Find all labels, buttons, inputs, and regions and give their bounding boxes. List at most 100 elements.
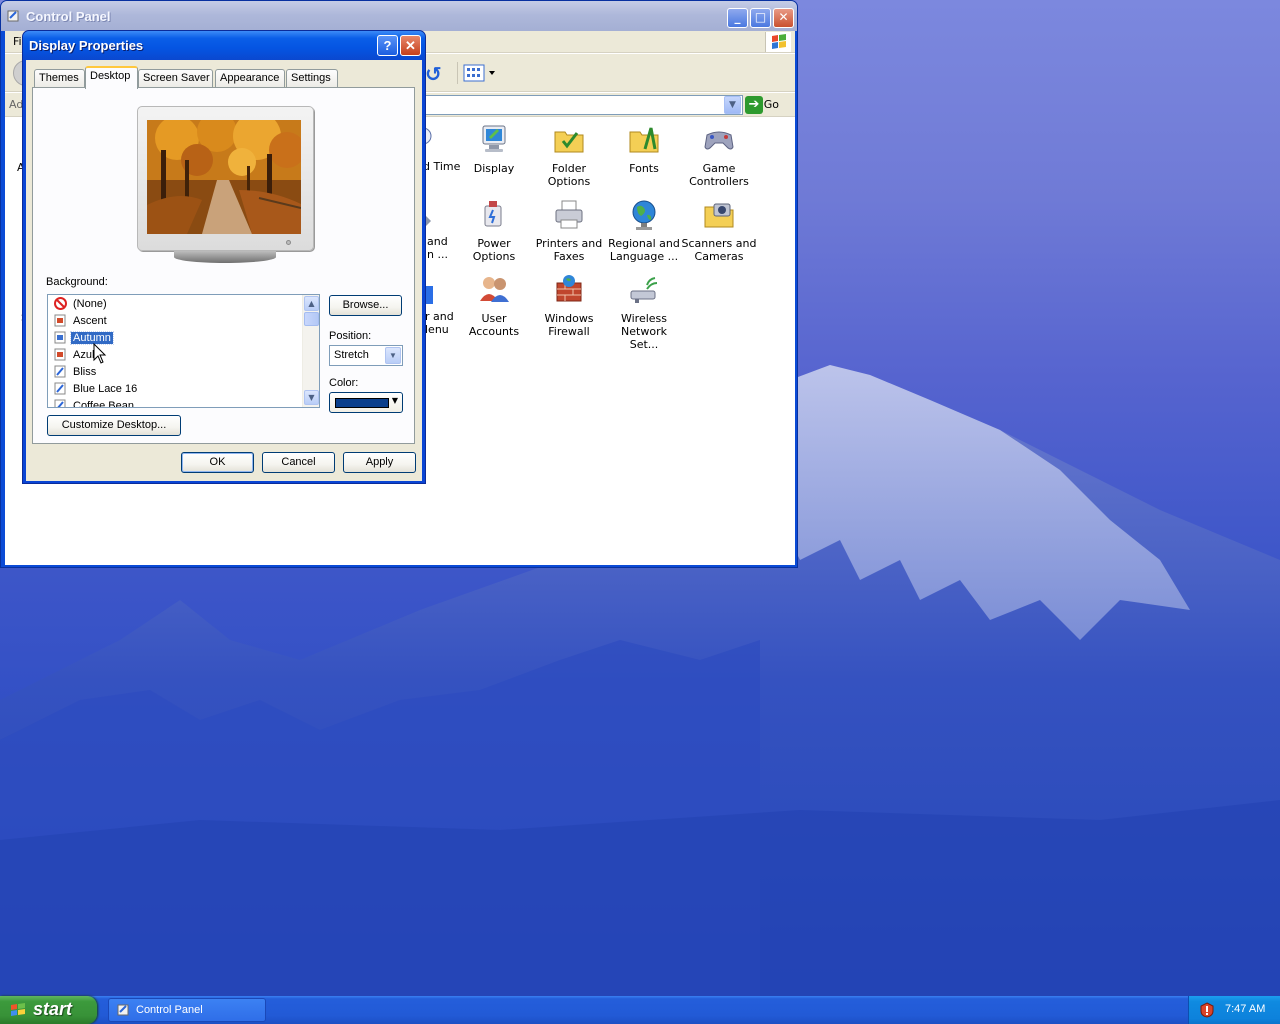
scanner-camera-icon bbox=[704, 203, 734, 228]
dialog-title: Display Properties bbox=[29, 38, 144, 53]
list-item[interactable]: Ascent bbox=[54, 313, 109, 329]
partial-item-sounds[interactable]: and n ... bbox=[425, 215, 448, 261]
system-tray: 7:47 AM bbox=[1188, 996, 1280, 1024]
taskbar: start Control Panel 7:47 AM bbox=[0, 996, 1280, 1024]
control-panel-title: Control Panel bbox=[26, 9, 111, 24]
start-label: start bbox=[33, 999, 73, 1019]
user-accounts-icon bbox=[480, 277, 509, 302]
firewall-icon bbox=[556, 275, 582, 302]
game-controller-icon bbox=[704, 131, 734, 150]
list-item[interactable]: Azul bbox=[54, 347, 96, 363]
chevron-down-icon: ▼ bbox=[391, 396, 398, 405]
toolbar-separator bbox=[457, 62, 458, 84]
taskbar-button-label: Control Panel bbox=[136, 1004, 203, 1016]
dialog-close-button[interactable]: ✕ bbox=[400, 35, 421, 56]
control-panel-item-regional-language[interactable]: Regional and Language ... bbox=[606, 198, 682, 263]
bitmap-file-icon bbox=[54, 365, 66, 378]
dialog-body: Themes Desktop Screen Saver Appearance S… bbox=[26, 60, 422, 481]
start-button[interactable]: start bbox=[0, 996, 97, 1024]
bitmap-file-icon bbox=[54, 382, 66, 395]
image-file-icon bbox=[54, 314, 66, 327]
control-panel-item-fonts[interactable]: Fonts bbox=[606, 123, 682, 175]
color-picker-button[interactable]: ▼ bbox=[329, 392, 403, 413]
menu-file[interactable]: Fi bbox=[13, 35, 22, 48]
partial-item-taskbar-start-menu[interactable]: r and lenu bbox=[425, 286, 454, 336]
customize-desktop-button[interactable]: Customize Desktop... bbox=[47, 415, 181, 436]
scroll-down-button[interactable]: ▼ bbox=[304, 390, 319, 405]
list-item[interactable]: Blue Lace 16 bbox=[54, 381, 139, 397]
windows-logo-icon bbox=[765, 32, 791, 52]
list-item[interactable]: (None) bbox=[54, 296, 109, 312]
help-button[interactable]: ? bbox=[377, 35, 398, 56]
go-arrow-icon[interactable]: ➔ bbox=[745, 96, 763, 114]
monitor-frame bbox=[137, 106, 314, 251]
control-panel-item-scanners-cameras[interactable]: Scanners and Cameras bbox=[681, 198, 757, 263]
control-panel-item-display[interactable]: Display bbox=[456, 123, 532, 175]
partial-item-date-time[interactable]: d Time bbox=[423, 127, 460, 173]
windows-flag-icon bbox=[11, 1003, 25, 1016]
views-button[interactable] bbox=[457, 62, 497, 84]
control-panel-icon bbox=[7, 10, 19, 22]
autumn-preview-image bbox=[147, 120, 301, 234]
maximize-button[interactable]: □ bbox=[750, 8, 771, 28]
chevron-down-icon[interactable]: ▼ bbox=[385, 347, 401, 364]
tab-themes[interactable]: Themes bbox=[34, 69, 85, 88]
address-dropdown-button[interactable]: ▼ bbox=[724, 96, 741, 114]
bitmap-file-icon bbox=[54, 399, 66, 407]
none-icon bbox=[54, 297, 67, 310]
control-panel-titlebar[interactable]: Control Panel _ □ ✕ bbox=[1, 1, 797, 31]
monitor-stand bbox=[174, 251, 276, 263]
display-properties-dialog: Display Properties ? ✕ Themes Desktop Sc… bbox=[22, 30, 426, 484]
control-panel-item-user-accounts[interactable]: User Accounts bbox=[456, 273, 532, 338]
minimize-button[interactable]: _ bbox=[727, 8, 748, 28]
security-alert-icon[interactable] bbox=[1199, 1002, 1215, 1018]
folder-options-icon bbox=[554, 131, 584, 153]
background-listbox[interactable]: (None) Ascent Autumn Azul Bliss Blue Lac… bbox=[47, 294, 320, 408]
tab-settings[interactable]: Settings bbox=[286, 69, 338, 88]
tab-appearance[interactable]: Appearance bbox=[215, 69, 285, 88]
power-led-icon bbox=[286, 240, 291, 245]
desktop-tab-panel: Background: (None) Ascent Autumn Azul Bl… bbox=[32, 87, 415, 444]
wallpaper-preview bbox=[137, 106, 315, 266]
fonts-icon bbox=[629, 127, 659, 153]
power-options-icon bbox=[484, 201, 502, 227]
scroll-up-button[interactable]: ▲ bbox=[304, 296, 319, 311]
tab-desktop[interactable]: Desktop bbox=[85, 66, 138, 89]
ok-button[interactable]: OK bbox=[181, 452, 254, 473]
list-item[interactable]: Bliss bbox=[54, 364, 98, 380]
taskbar-button-control-panel[interactable]: Control Panel bbox=[108, 998, 266, 1022]
color-label: Color: bbox=[329, 377, 359, 389]
control-panel-item-game-controllers[interactable]: Game Controllers bbox=[681, 123, 757, 188]
scroll-thumb[interactable] bbox=[304, 312, 319, 326]
go-button[interactable]: Go bbox=[764, 98, 779, 111]
position-value: Stretch bbox=[334, 349, 369, 361]
up-folder-icon[interactable]: ↺ bbox=[425, 62, 442, 86]
control-panel-item-power-options[interactable]: Power Options bbox=[456, 198, 532, 263]
image-file-icon bbox=[54, 331, 66, 344]
listbox-scrollbar[interactable]: ▲ ▼ bbox=[302, 295, 319, 407]
control-panel-item-windows-firewall[interactable]: Windows Firewall bbox=[531, 273, 607, 338]
position-dropdown[interactable]: Stretch ▼ bbox=[329, 345, 403, 366]
taskbar-icon bbox=[425, 286, 433, 304]
color-swatch bbox=[335, 398, 389, 408]
background-label: Background: bbox=[46, 276, 108, 288]
control-panel-icon bbox=[117, 1004, 129, 1016]
browse-button[interactable]: Browse... bbox=[329, 295, 402, 316]
apply-button[interactable]: Apply bbox=[343, 452, 416, 473]
close-button[interactable]: ✕ bbox=[773, 8, 794, 28]
control-panel-item-printers-faxes[interactable]: Printers and Faxes bbox=[531, 198, 607, 263]
image-file-icon bbox=[54, 348, 66, 361]
views-icon bbox=[463, 64, 495, 82]
control-panel-item-wireless-network[interactable]: Wireless Network Set... bbox=[606, 273, 682, 351]
speaker-icon bbox=[425, 215, 431, 227]
dialog-titlebar[interactable]: Display Properties ? ✕ bbox=[23, 31, 425, 60]
list-item[interactable]: Coffee Bean bbox=[54, 398, 136, 407]
list-item-selected[interactable]: Autumn bbox=[54, 330, 114, 346]
clock[interactable]: 7:47 AM bbox=[1225, 1003, 1265, 1015]
position-label: Position: bbox=[329, 330, 372, 342]
cancel-button[interactable]: Cancel bbox=[262, 452, 335, 473]
globe-icon bbox=[632, 200, 656, 230]
control-panel-item-folder-options[interactable]: Folder Options bbox=[531, 123, 607, 188]
wireless-network-icon bbox=[630, 277, 658, 303]
tab-screen-saver[interactable]: Screen Saver bbox=[138, 69, 213, 88]
